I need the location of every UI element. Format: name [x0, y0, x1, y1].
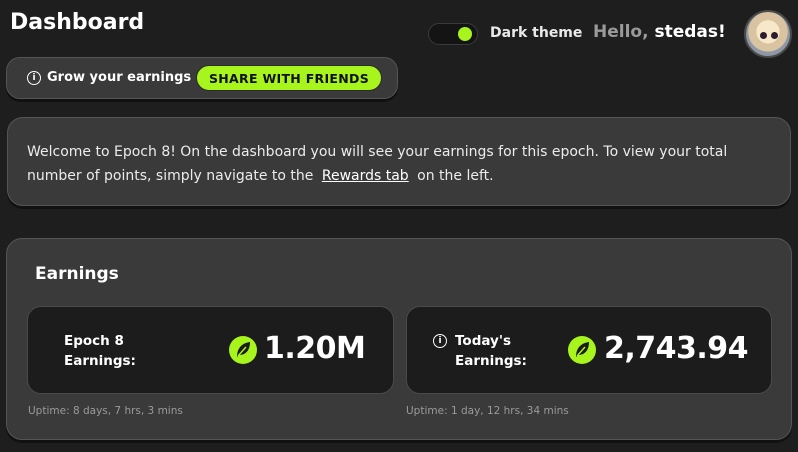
info-icon[interactable]: i — [433, 334, 447, 348]
todays-earnings-card: i Today's Earnings: 2,743.94 — [406, 306, 772, 394]
rewards-tab-link[interactable]: Rewards tab — [322, 168, 409, 184]
epoch-earnings-card: Epoch 8 Earnings: 1.20M — [27, 306, 394, 394]
todays-earnings-label-line1: Today's — [455, 333, 512, 349]
info-icon[interactable]: i — [27, 71, 41, 85]
grow-earnings-label: Grow your earnings — [47, 70, 192, 85]
earnings-panel: Earnings Epoch 8 Earnings: 1.20M i Today… — [6, 238, 792, 440]
leaf-icon — [229, 336, 257, 364]
epoch-earnings-label: Epoch 8 Earnings: — [64, 331, 154, 371]
greeting-hello: Hello, — [593, 22, 649, 42]
epoch-earnings-value: 1.20M — [264, 331, 366, 366]
grow-earnings-bar: i Grow your earnings SHARE WITH FRIENDS — [6, 57, 398, 99]
greeting-username: stedas! — [654, 22, 726, 42]
todays-earnings-value: 2,743.94 — [604, 331, 749, 366]
todays-earnings-label: Today's Earnings: — [455, 331, 545, 371]
dark-theme-toggle[interactable] — [428, 23, 478, 45]
leaf-icon — [568, 336, 596, 364]
todays-earnings-label-line2: Earnings: — [455, 353, 527, 369]
epoch-uptime: Uptime: 8 days, 7 hrs, 3 mins — [28, 405, 183, 417]
share-with-friends-button[interactable]: SHARE WITH FRIENDS — [196, 65, 382, 91]
welcome-message-card: Welcome to Epoch 8! On the dashboard you… — [7, 117, 791, 206]
greeting: Hello, stedas! — [593, 22, 726, 42]
epoch-earnings-label-line2: Earnings: — [64, 353, 136, 369]
avatar-eye — [760, 32, 767, 39]
avatar-eye — [771, 32, 778, 39]
avatar[interactable] — [744, 10, 792, 58]
welcome-text-end: on the left. — [417, 168, 494, 184]
dark-theme-label: Dark theme — [490, 25, 583, 41]
earnings-title: Earnings — [35, 264, 119, 284]
today-uptime: Uptime: 1 day, 12 hrs, 34 mins — [406, 405, 569, 417]
page-title: Dashboard — [10, 10, 145, 35]
toggle-knob — [458, 27, 472, 41]
epoch-earnings-label-line1: Epoch 8 — [64, 333, 124, 349]
